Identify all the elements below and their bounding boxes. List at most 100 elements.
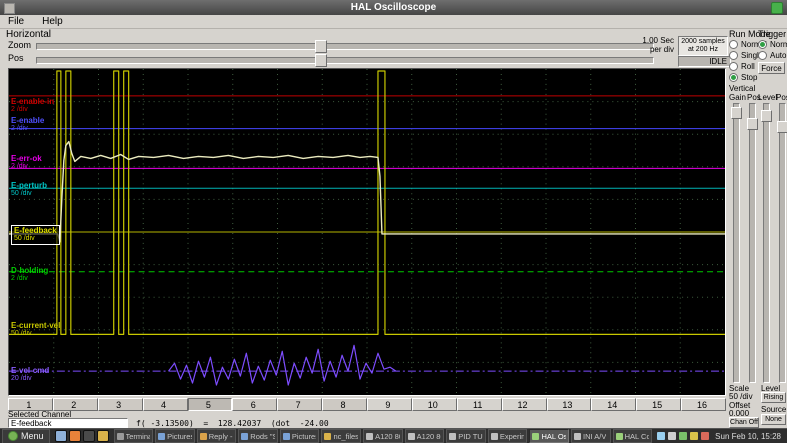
- window-button-icon: [282, 432, 290, 440]
- window-button-icon: [532, 432, 540, 440]
- start-menu-button[interactable]: Menu: [2, 428, 50, 443]
- taskbar-window-rods-s-[interactable]: Rods "S...: [238, 429, 278, 443]
- window-button-icon: [407, 432, 415, 440]
- zoom-slider[interactable]: [36, 40, 654, 53]
- taskbar-window-a120-80-[interactable]: A120 80...: [404, 429, 445, 443]
- window-button-label: Rods "S...: [250, 431, 275, 441]
- window-button-label: HAL Co...: [624, 431, 650, 441]
- channel-button-10[interactable]: 10: [411, 398, 457, 411]
- taskbar-window-pictures[interactable]: Pictures: [279, 429, 320, 443]
- window-button-label: HAL Os...: [541, 431, 566, 441]
- trigger-source-label: Source: [761, 405, 787, 414]
- channel-button-row: 1 2 3 4 5 6 7 8 9 10 11 12 13 14 15 16: [8, 398, 726, 411]
- battery-icon[interactable]: [690, 432, 699, 440]
- trigger-pos-slider-handle[interactable]: [777, 121, 787, 134]
- taskbar-window-pictures[interactable]: Pictures: [155, 429, 195, 443]
- radio-indicator: [758, 51, 767, 60]
- vertical-pos-slider-handle[interactable]: [747, 118, 758, 131]
- scale-value: 50 /div: [729, 392, 753, 401]
- radio-normal[interactable]: Normal: [758, 40, 787, 49]
- network-icon[interactable]: [657, 432, 666, 440]
- window-button-label: Pictures: [167, 431, 192, 441]
- channel-button-3[interactable]: 3: [97, 398, 143, 411]
- taskbar-window-reply-[interactable]: Reply -...: [196, 429, 237, 443]
- chan-off-button[interactable]: Chan Off: [729, 417, 759, 428]
- samples-readout: 2000 samples at 200 Hz: [678, 36, 728, 56]
- show-desktop-icon[interactable]: [54, 430, 67, 442]
- taskbar-window-ini-a-v[interactable]: INI A/V: [571, 429, 611, 443]
- taskbar-window-hal-co-[interactable]: HAL Co...: [612, 429, 653, 443]
- update-icon[interactable]: [679, 432, 688, 440]
- menu-file[interactable]: File: [6, 16, 26, 27]
- scope-display: E-enable-in 2 /div E-enable 2 /div E-err-ok 2…: [8, 68, 726, 396]
- gain-header: Gain: [729, 93, 746, 102]
- window-button-label: A120 80...: [375, 431, 400, 441]
- menu-help[interactable]: Help: [40, 16, 65, 27]
- files-icon[interactable]: [96, 430, 109, 442]
- window-button-label: nc_files: [333, 431, 359, 441]
- taskbar-window-nc-files[interactable]: nc_files: [321, 429, 362, 443]
- vertical-title: Vertical: [729, 84, 756, 93]
- trigger-pos-slider[interactable]: [777, 103, 787, 383]
- hpos-slider-handle[interactable]: [315, 54, 328, 67]
- vertical-gain-slider[interactable]: [731, 103, 742, 383]
- window-titlebar[interactable]: HAL Oscilloscope: [0, 0, 787, 15]
- trigger-edge-button[interactable]: Rising: [761, 392, 786, 403]
- selected-channel-input[interactable]: [8, 418, 128, 428]
- trace-pulse-trace: [9, 70, 725, 335]
- menu-icon: [8, 431, 18, 441]
- channel-button-16[interactable]: 16: [681, 398, 726, 411]
- trigger-level-slider-handle[interactable]: [761, 110, 772, 123]
- channel-button-9[interactable]: 9: [367, 398, 412, 411]
- radio-stop[interactable]: Stop: [729, 73, 767, 82]
- trace-noise-trace: [168, 344, 397, 386]
- tpos-header: Pos: [776, 93, 787, 102]
- taskbar-window-hal-os-[interactable]: HAL Os...: [529, 429, 570, 443]
- taskbar-window-a120-80-[interactable]: A120 80...: [363, 429, 403, 443]
- cursor-readout: f( -3.13500) = 128.42037 (dot -24.00: [136, 419, 329, 428]
- taskbar-window-terminal[interactable]: Terminal: [113, 429, 154, 443]
- channel-button-11[interactable]: 11: [456, 398, 502, 411]
- channel-button-15[interactable]: 15: [636, 398, 682, 411]
- hpos-slider[interactable]: [36, 54, 654, 67]
- browser-icon[interactable]: [68, 430, 81, 442]
- window-button-icon: [199, 432, 207, 440]
- zoom-label: Zoom: [8, 40, 32, 50]
- vertical-gain-slider-handle[interactable]: [731, 107, 742, 120]
- channel-button-14[interactable]: 14: [591, 398, 637, 411]
- window-button-label: Terminal: [125, 431, 151, 441]
- channel-button-4[interactable]: 4: [142, 398, 188, 411]
- radio-auto[interactable]: Auto: [758, 51, 787, 60]
- vertical-pos-slider[interactable]: [747, 103, 758, 383]
- taskbar-window-pid-tune[interactable]: PID TUNE: [446, 429, 486, 443]
- taskbar-window-experim-[interactable]: Experim...: [487, 429, 528, 443]
- capture-status: IDLE: [678, 56, 731, 67]
- window-button-label: PID TUNE: [458, 431, 483, 441]
- trigger-source-button[interactable]: None: [761, 414, 786, 425]
- window-button-label: A120 80...: [416, 431, 442, 441]
- channel-button-12[interactable]: 12: [501, 398, 547, 411]
- channel-button-6[interactable]: 6: [232, 398, 278, 411]
- volume-icon[interactable]: [668, 432, 677, 440]
- window-button-icon: [324, 432, 332, 440]
- titlebar-green-icon[interactable]: [771, 2, 783, 14]
- terminal-icon[interactable]: [82, 430, 95, 442]
- messages-icon[interactable]: [701, 432, 710, 440]
- channel-button-5[interactable]: 5: [187, 398, 233, 411]
- force-button[interactable]: Force: [758, 62, 785, 74]
- window-list: Terminal Pictures Reply -... Rods "S... Pict…: [113, 429, 653, 443]
- channel-button-7[interactable]: 7: [277, 398, 323, 411]
- radio-indicator: [729, 62, 738, 71]
- trigger-level-slider[interactable]: [761, 103, 772, 383]
- scope-canvas: [9, 69, 725, 395]
- zoom-slider-handle[interactable]: [315, 40, 328, 53]
- window-button-icon: [366, 432, 374, 440]
- quick-launchers: [54, 430, 109, 442]
- channel-button-13[interactable]: 13: [546, 398, 592, 411]
- window-button-icon: [116, 432, 124, 440]
- level-header: Level: [758, 93, 778, 102]
- radio-indicator: [729, 73, 738, 82]
- window-button-label: Pictures: [291, 431, 317, 441]
- clock[interactable]: Sun Feb 10, 15:28: [711, 432, 785, 441]
- channel-button-8[interactable]: 8: [322, 398, 367, 411]
